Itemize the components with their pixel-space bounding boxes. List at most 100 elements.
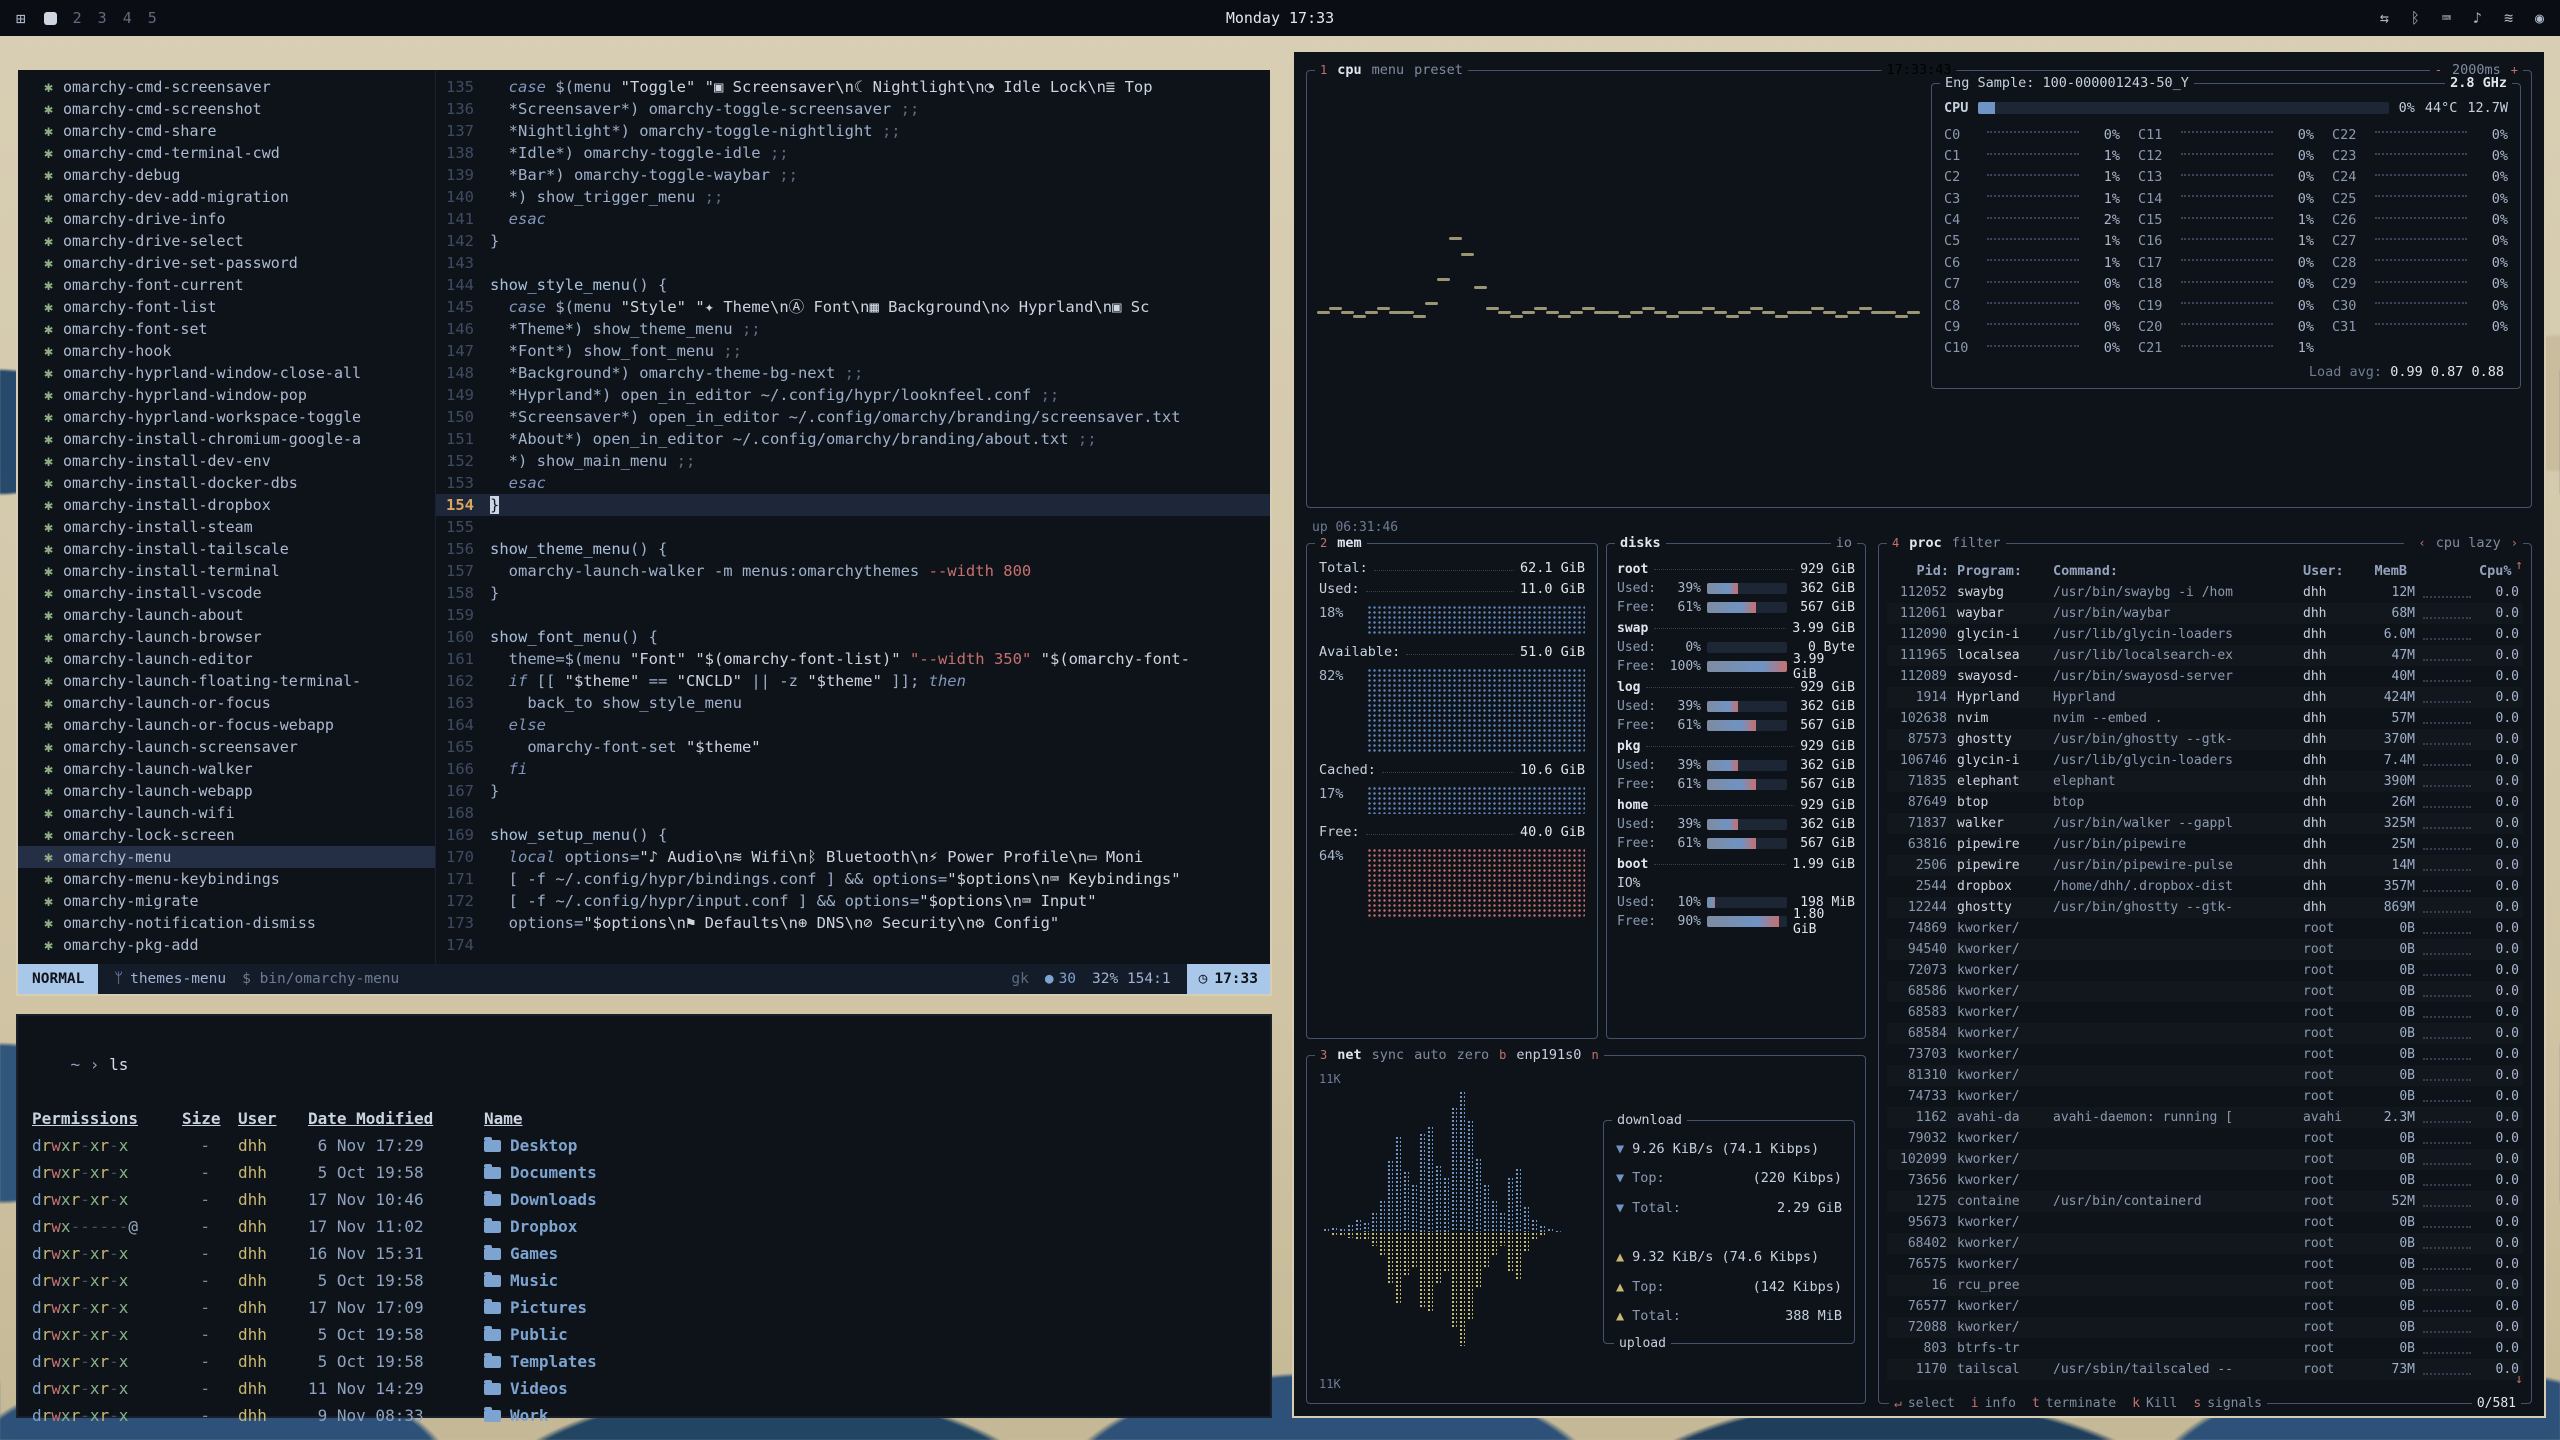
file-item[interactable]: ✱omarchy-debug bbox=[18, 164, 435, 186]
code-line[interactable]: 153 esac bbox=[436, 472, 1270, 494]
process-row[interactable]: 102638nvimnvim --embed .dhh57M0.0 bbox=[1887, 708, 2523, 729]
process-row[interactable]: 94540kworker/root0B0.0 bbox=[1887, 939, 2523, 960]
proc-column-header[interactable]: MemB bbox=[2359, 563, 2415, 579]
code-line[interactable]: 166 fi bbox=[436, 758, 1270, 780]
scroll-up-icon[interactable]: ↑ bbox=[2515, 558, 2523, 573]
code-line[interactable]: 168 bbox=[436, 802, 1270, 824]
btop-preset-button[interactable]: preset bbox=[1414, 62, 1463, 78]
workspace-1[interactable] bbox=[44, 12, 57, 25]
power-icon[interactable]: ◉ bbox=[2535, 9, 2544, 27]
process-row[interactable]: 76575kworker/root0B0.0 bbox=[1887, 1254, 2523, 1275]
process-row[interactable]: 71835elephantelephantdhh390M0.0 bbox=[1887, 771, 2523, 792]
process-row[interactable]: 72088kworker/root0B0.0 bbox=[1887, 1317, 2523, 1338]
code-line[interactable]: 174 bbox=[436, 934, 1270, 956]
code-line[interactable]: 142} bbox=[436, 230, 1270, 252]
file-item[interactable]: ✱omarchy-launch-webapp bbox=[18, 780, 435, 802]
diagnostics[interactable]: ● 30 bbox=[1045, 971, 1076, 987]
code-line[interactable]: 171 [ -f ~/.config/hypr/bindings.conf ] … bbox=[436, 868, 1270, 890]
file-item[interactable]: ✱omarchy-cmd-screensaver bbox=[18, 76, 435, 98]
process-row[interactable]: 95673kworker/root0B0.0 bbox=[1887, 1212, 2523, 1233]
code-line[interactable]: 138 *Idle*) omarchy-toggle-idle ;; bbox=[436, 142, 1270, 164]
code-line[interactable]: 136 *Screensaver*) omarchy-toggle-screen… bbox=[436, 98, 1270, 120]
code-line[interactable]: 143 bbox=[436, 252, 1270, 274]
volume-icon[interactable]: ♪ bbox=[2473, 9, 2482, 27]
proc-action-terminate[interactable]: tterminate bbox=[2032, 1396, 2116, 1412]
file-item[interactable]: ✱omarchy-launch-or-focus-webapp bbox=[18, 714, 435, 736]
code-line[interactable]: 169show_setup_menu() { bbox=[436, 824, 1270, 846]
process-row[interactable]: 2506pipewire/usr/bin/pipewire-pulsedhh14… bbox=[1887, 855, 2523, 876]
file-item[interactable]: ✱omarchy-drive-select bbox=[18, 230, 435, 252]
file-item[interactable]: ✱omarchy-notification-dismiss bbox=[18, 912, 435, 934]
file-item[interactable]: ✱omarchy-install-dropbox bbox=[18, 494, 435, 516]
bluetooth-icon[interactable]: ᛒ bbox=[2411, 9, 2420, 27]
code-line[interactable]: 140 *) show_trigger_menu ;; bbox=[436, 186, 1270, 208]
file-item[interactable]: ✱omarchy-install-chromium-google-a bbox=[18, 428, 435, 450]
file-item[interactable]: ✱omarchy-drive-set-password bbox=[18, 252, 435, 274]
process-row[interactable]: 63816pipewire/usr/bin/pipewiredhh25M0.0 bbox=[1887, 834, 2523, 855]
code-line[interactable]: 149 *Hyprland*) open_in_editor ~/.config… bbox=[436, 384, 1270, 406]
sort-prev-button[interactable]: ‹ bbox=[2419, 535, 2426, 551]
process-row[interactable]: 112061waybar/usr/bin/waybardhh68M0.0 bbox=[1887, 603, 2523, 624]
file-item[interactable]: ✱omarchy-launch-about bbox=[18, 604, 435, 626]
code-line[interactable]: 137 *Nightlight*) omarchy-toggle-nightli… bbox=[436, 120, 1270, 142]
file-item[interactable]: ✱omarchy-lock-screen bbox=[18, 824, 435, 846]
net-toggle-sync[interactable]: sync bbox=[1372, 1047, 1405, 1063]
scroll-down-icon[interactable]: ↓ bbox=[2515, 1372, 2523, 1387]
net-toggle-auto[interactable]: auto bbox=[1414, 1047, 1447, 1063]
rate-decrease-button[interactable]: - bbox=[2435, 62, 2442, 78]
file-name[interactable]: Downloads bbox=[484, 1186, 1256, 1213]
iface-next-key[interactable]: n bbox=[1591, 1047, 1598, 1063]
process-row[interactable]: 72073kworker/root0B0.0 bbox=[1887, 960, 2523, 981]
code-line[interactable]: 159 bbox=[436, 604, 1270, 626]
file-item[interactable]: ✱omarchy-pkg-add bbox=[18, 934, 435, 956]
code-line[interactable]: 151 *About*) open_in_editor ~/.config/om… bbox=[436, 428, 1270, 450]
file-item[interactable]: ✱omarchy-launch-or-focus bbox=[18, 692, 435, 714]
file-item[interactable]: ✱omarchy-install-terminal bbox=[18, 560, 435, 582]
process-row[interactable]: 87649btopbtopdhh26M0.0 bbox=[1887, 792, 2523, 813]
file-item[interactable]: ✱omarchy-drive-info bbox=[18, 208, 435, 230]
process-row[interactable]: 68583kworker/root0B0.0 bbox=[1887, 1002, 2523, 1023]
file-item[interactable]: ✱omarchy-launch-floating-terminal- bbox=[18, 670, 435, 692]
file-item[interactable]: ✱omarchy-font-set bbox=[18, 318, 435, 340]
process-row[interactable]: 111965localsea/usr/lib/localsearch-exdhh… bbox=[1887, 645, 2523, 666]
file-item[interactable]: ✱omarchy-menu bbox=[18, 846, 435, 868]
file-item[interactable]: ✱omarchy-cmd-terminal-cwd bbox=[18, 142, 435, 164]
process-row[interactable]: 112090glycin-i/usr/lib/glycin-loadersdhh… bbox=[1887, 624, 2523, 645]
file-name[interactable]: Desktop bbox=[484, 1132, 1256, 1159]
file-name[interactable]: Games bbox=[484, 1240, 1256, 1267]
process-row[interactable]: 68402kworker/root0B0.0 bbox=[1887, 1233, 2523, 1254]
proc-filter-button[interactable]: filter bbox=[1952, 535, 2001, 551]
code-line[interactable]: 144show_style_menu() { bbox=[436, 274, 1270, 296]
file-item[interactable]: ✱omarchy-install-tailscale bbox=[18, 538, 435, 560]
proc-column-header[interactable]: Pid: bbox=[1891, 563, 1957, 579]
code-line[interactable]: 155 bbox=[436, 516, 1270, 538]
file-item[interactable]: ✱omarchy-cmd-share bbox=[18, 120, 435, 142]
file-item[interactable]: ✱omarchy-cmd-screenshot bbox=[18, 98, 435, 120]
process-row[interactable]: 1275containe/usr/bin/containerdroot52M0.… bbox=[1887, 1191, 2523, 1212]
wifi-icon[interactable]: ≋ bbox=[2504, 9, 2513, 27]
screencast-icon[interactable]: ⇆ bbox=[2380, 9, 2389, 27]
code-line[interactable]: 154} bbox=[436, 494, 1270, 516]
file-item[interactable]: ✱omarchy-launch-screensaver bbox=[18, 736, 435, 758]
process-row[interactable]: 71837walker/usr/bin/walker --gappldhh325… bbox=[1887, 813, 2523, 834]
keyboard-icon[interactable]: ⌨ bbox=[2442, 9, 2451, 27]
file-item[interactable]: ✱omarchy-install-steam bbox=[18, 516, 435, 538]
file-name[interactable]: Pictures bbox=[484, 1294, 1256, 1321]
code-line[interactable]: 145 case $(menu "Style" "✦ Theme\nⒶ Font… bbox=[436, 296, 1270, 318]
iface-prev-key[interactable]: b bbox=[1499, 1047, 1506, 1063]
code-line[interactable]: 164 else bbox=[436, 714, 1270, 736]
workspace-3[interactable]: 3 bbox=[98, 9, 107, 27]
code-line[interactable]: 172 [ -f ~/.config/hypr/input.conf ] && … bbox=[436, 890, 1270, 912]
file-item[interactable]: ✱omarchy-launch-walker bbox=[18, 758, 435, 780]
process-row[interactable]: 112089swayosd-/usr/bin/swayosd-serverdhh… bbox=[1887, 666, 2523, 687]
file-item[interactable]: ✱omarchy-menu-keybindings bbox=[18, 868, 435, 890]
file-item[interactable]: ✱omarchy-font-current bbox=[18, 274, 435, 296]
code-line[interactable]: 170 local options="♪ Audio\n≋ Wifi\nᛒ Bl… bbox=[436, 846, 1270, 868]
process-row[interactable]: 1162avahi-daavahi-daemon: running [avahi… bbox=[1887, 1107, 2523, 1128]
launcher-icon[interactable]: ⊞ bbox=[16, 9, 26, 28]
code-line[interactable]: 156show_theme_menu() { bbox=[436, 538, 1270, 560]
file-item[interactable]: ✱omarchy-install-dev-env bbox=[18, 450, 435, 472]
code-line[interactable]: 148 *Background*) omarchy-theme-bg-next … bbox=[436, 362, 1270, 384]
workspace-4[interactable]: 4 bbox=[123, 9, 132, 27]
process-row[interactable]: 2544dropbox/home/dhh/.dropbox-distdhh357… bbox=[1887, 876, 2523, 897]
